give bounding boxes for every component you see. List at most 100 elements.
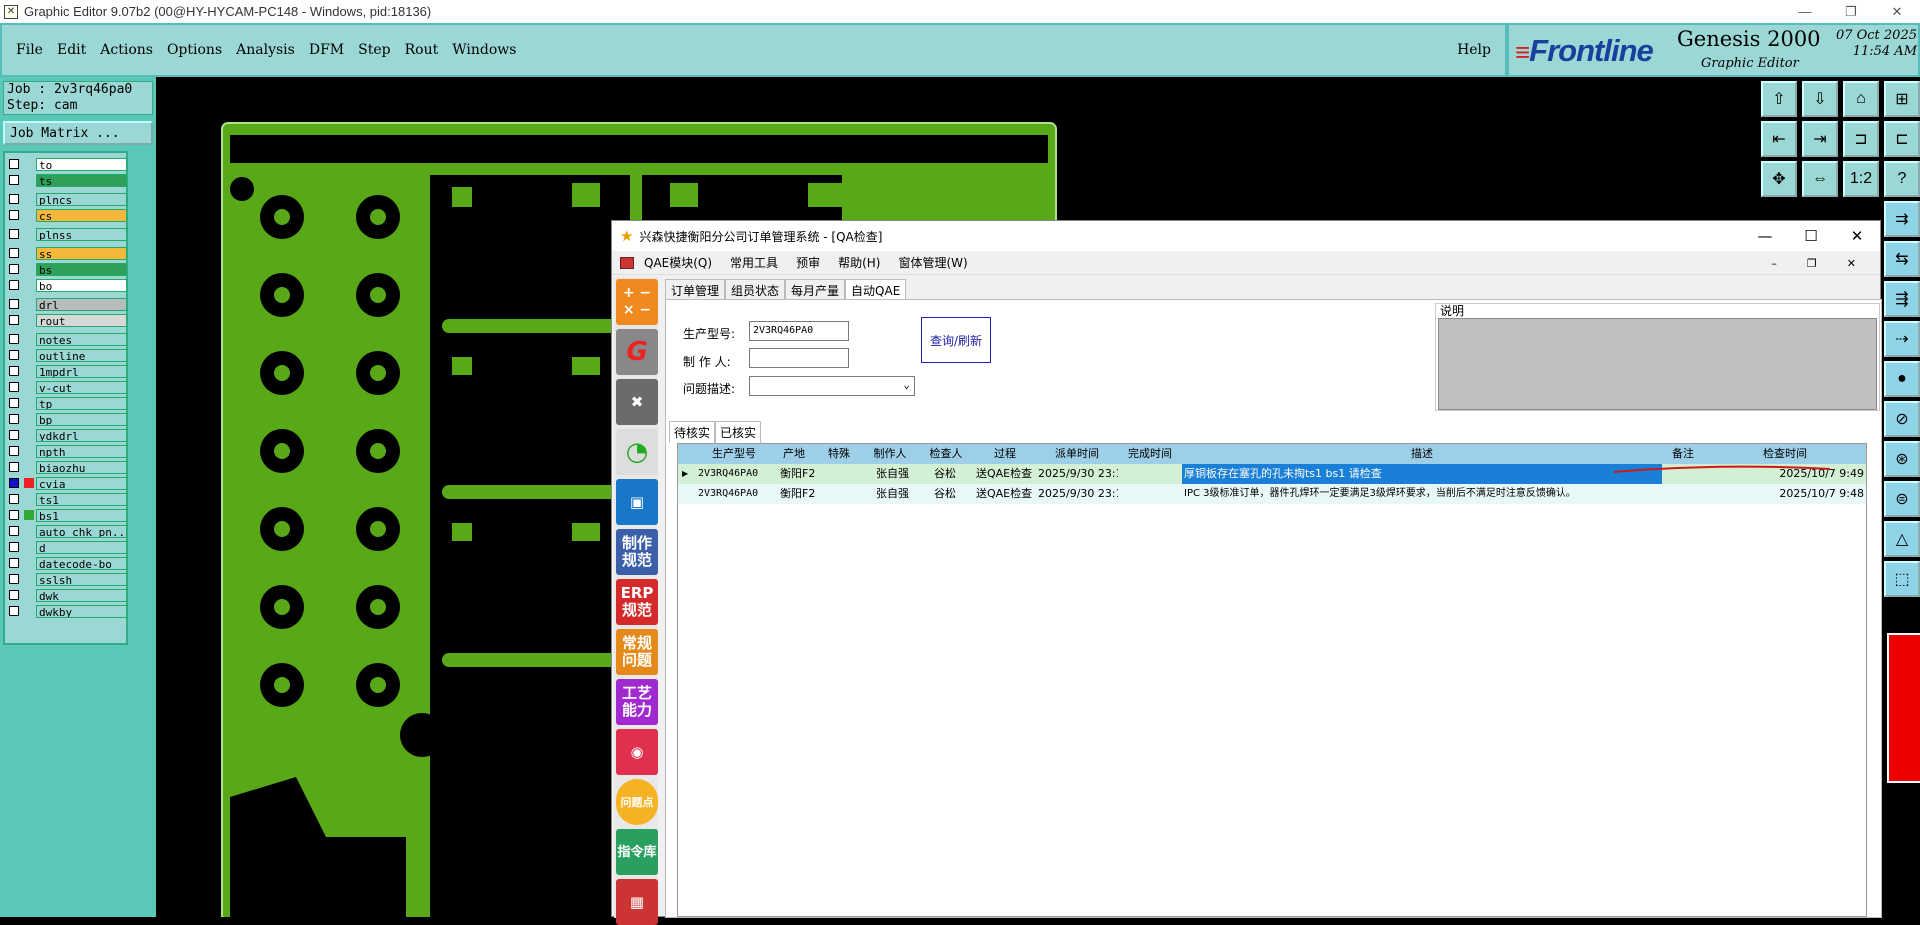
layer-color-swatch[interactable]: [24, 414, 34, 424]
layer-checkbox[interactable]: [9, 526, 19, 536]
layer-outline[interactable]: outline: [9, 348, 127, 362]
layer-sslsh[interactable]: sslsh: [9, 572, 127, 586]
mdi-close-icon[interactable]: ✕: [1847, 257, 1856, 270]
layer-checkbox[interactable]: [9, 590, 19, 600]
layer-ts1[interactable]: ts1: [9, 492, 127, 506]
layer-name[interactable]: notes: [36, 332, 127, 346]
layer-color-swatch[interactable]: [24, 494, 34, 504]
layer-checkbox[interactable]: [9, 315, 19, 325]
layer-drl[interactable]: drl: [9, 297, 127, 311]
sidebar-issue-points[interactable]: 问题点: [616, 779, 658, 825]
tools-icon[interactable]: ✖: [616, 379, 658, 425]
app-menu-icon[interactable]: [620, 256, 634, 269]
fit-icon[interactable]: ✥: [1761, 161, 1797, 197]
layer-checkbox[interactable]: [9, 299, 19, 309]
cursor-icon[interactable]: ⊛: [1884, 441, 1920, 477]
layer-color-swatch[interactable]: [24, 462, 34, 472]
layer-ydkdrl[interactable]: ydkdrl: [9, 428, 127, 442]
tab-pending[interactable]: 待核实: [669, 421, 716, 443]
col-description[interactable]: 描述: [1182, 444, 1662, 464]
layer-plnss[interactable]: plnss: [9, 227, 127, 241]
layer-checkbox[interactable]: [9, 382, 19, 392]
layer-color-swatch[interactable]: [24, 398, 34, 408]
layer-color-swatch[interactable]: [24, 299, 34, 309]
query-refresh-button[interactable]: 查询/刷新: [921, 317, 991, 363]
layer-name[interactable]: cs: [36, 208, 127, 222]
layer-name[interactable]: bo: [36, 278, 127, 292]
tab-auto-qae[interactable]: 自动QAE: [845, 279, 907, 301]
scale-icon[interactable]: 1:2: [1843, 161, 1879, 197]
genesis-g-icon[interactable]: G: [616, 329, 658, 375]
layer-checkbox[interactable]: [9, 494, 19, 504]
job-matrix-button[interactable]: Job Matrix ...: [3, 121, 153, 145]
layer-notes[interactable]: notes: [9, 332, 127, 346]
layer-name[interactable]: outline: [36, 348, 127, 362]
sidebar-command-library[interactable]: 指令库: [616, 829, 658, 875]
pan-left-icon[interactable]: ⇤: [1761, 121, 1797, 157]
menu-rout[interactable]: Rout: [405, 42, 439, 58]
col-remark[interactable]: 备注: [1662, 444, 1704, 464]
layer-color-swatch[interactable]: [24, 558, 34, 568]
layer-color-swatch[interactable]: [24, 446, 34, 456]
tab-member-status[interactable]: 组员状态: [725, 279, 786, 301]
dialog-maximize-button[interactable]: ☐: [1788, 221, 1834, 251]
layer-checkbox[interactable]: [9, 350, 19, 360]
layer-name[interactable]: ydkdrl: [36, 428, 127, 442]
pan-right-icon[interactable]: ⇥: [1802, 121, 1838, 157]
database-icon[interactable]: ◉: [616, 729, 658, 775]
layer-color-swatch[interactable]: [24, 366, 34, 376]
layer-checkbox[interactable]: [9, 462, 19, 472]
calendar-icon[interactable]: ▦: [616, 879, 658, 925]
layer-color-swatch[interactable]: [24, 510, 34, 520]
layer-checkbox[interactable]: [9, 194, 19, 204]
sidebar-common-issues[interactable]: 常规问题: [616, 629, 658, 675]
layer-color-swatch[interactable]: [24, 264, 34, 274]
issue-select[interactable]: ⌄: [749, 376, 915, 396]
help-icon[interactable]: ?: [1884, 161, 1920, 197]
layer-color-swatch[interactable]: [24, 526, 34, 536]
col-finish-time[interactable]: 完成时间: [1118, 444, 1182, 464]
pad-icon[interactable]: ●: [1884, 361, 1920, 397]
layer-color-swatch[interactable]: [24, 159, 34, 169]
pie-chart-icon[interactable]: ◔: [616, 429, 658, 475]
layer-name[interactable]: plnss: [36, 227, 127, 241]
layer-name[interactable]: auto_chk_pn..: [36, 524, 127, 538]
layer-checkbox[interactable]: [9, 478, 19, 488]
layer-name[interactable]: 1mpdrl: [36, 364, 127, 378]
zoom-out-icon[interactable]: ⊏: [1884, 121, 1920, 157]
layer-cs[interactable]: cs: [9, 208, 127, 222]
col-check-time[interactable]: 检查时间: [1704, 444, 1866, 464]
table-row[interactable]: 2V3RQ46PA0 衡阳F2 张自强 谷松 送QAE检查 2025/9/30 …: [678, 484, 1866, 504]
layer-color-swatch[interactable]: [24, 248, 34, 258]
layer-color-swatch[interactable]: [24, 194, 34, 204]
layer-checkbox[interactable]: [9, 334, 19, 344]
layer-name[interactable]: tp: [36, 396, 127, 410]
layers-icon[interactable]: ⊜: [1884, 481, 1920, 517]
layer-color-swatch[interactable]: [24, 382, 34, 392]
layer-tp[interactable]: tp: [9, 396, 127, 410]
layer-color-swatch[interactable]: [24, 350, 34, 360]
restore-button[interactable]: ❐: [1828, 0, 1874, 23]
layer-name[interactable]: dwkby: [36, 604, 127, 618]
layer-checkbox[interactable]: [9, 574, 19, 584]
mdi-minimize-icon[interactable]: –: [1771, 257, 1777, 270]
layer-to[interactable]: to: [9, 157, 127, 171]
dialog-close-button[interactable]: ✕: [1834, 221, 1880, 251]
layer-checkbox[interactable]: [9, 264, 19, 274]
layer-auto-chk-pn[interactable]: auto_chk_pn..: [9, 524, 127, 538]
layer-name[interactable]: npth: [36, 444, 127, 458]
move-down-icon[interactable]: ⇩: [1802, 81, 1838, 117]
menu-analysis[interactable]: Analysis: [236, 42, 295, 58]
layer-color-swatch[interactable]: [24, 606, 34, 616]
layer-name[interactable]: sslsh: [36, 572, 127, 586]
layer-checkbox[interactable]: [9, 414, 19, 424]
dialog-minimize-button[interactable]: —: [1742, 221, 1788, 251]
snap-off-icon[interactable]: ⊘: [1884, 401, 1920, 437]
layer-name[interactable]: bs: [36, 262, 127, 276]
note-textarea[interactable]: [1438, 318, 1877, 410]
col-dispatch-time[interactable]: 派单时间: [1036, 444, 1118, 464]
red-side-panel[interactable]: [1887, 633, 1920, 783]
layer-color-swatch[interactable]: [24, 574, 34, 584]
layer-color-swatch[interactable]: [24, 280, 34, 290]
layer-checkbox[interactable]: [9, 558, 19, 568]
